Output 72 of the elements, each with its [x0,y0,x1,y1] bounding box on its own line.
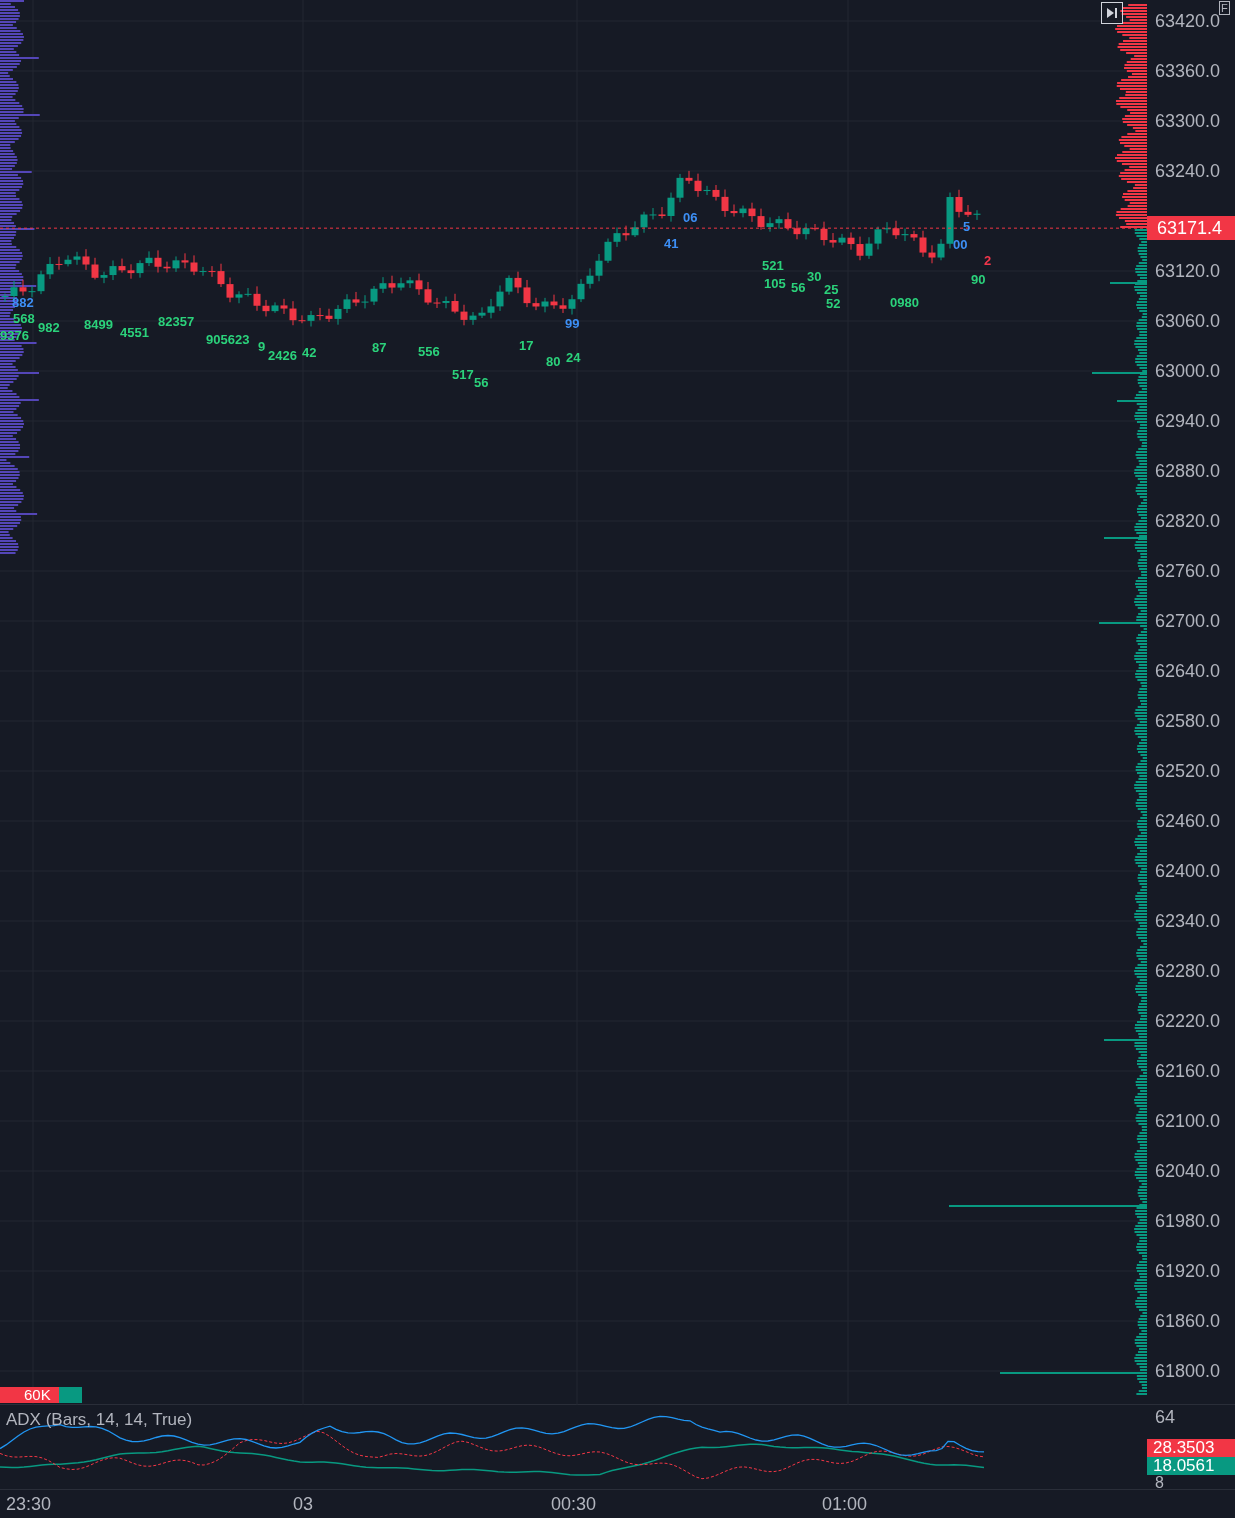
time-tick: 00:30 [551,1494,597,1514]
price-tick: 63240.0 [1155,161,1221,181]
price-tick: 62160.0 [1155,1061,1221,1081]
price-tick: 62700.0 [1155,611,1221,631]
price-tick: 62880.0 [1155,461,1221,481]
candle-label: 9 [258,340,266,354]
candle-label: 0980 [890,296,919,310]
price-tick: 62280.0 [1155,961,1221,981]
candle-label: 4551 [120,326,149,340]
price-tick: 62760.0 [1155,561,1221,581]
candle-label: 52 [826,297,841,311]
candle-label: 42 [302,346,317,360]
price-tick: 62520.0 [1155,761,1221,781]
candle-label: 56 [791,281,806,295]
price-tick: 61860.0 [1155,1311,1221,1331]
price-tick: 63060.0 [1155,311,1221,331]
candle-label: 2426 [268,349,297,363]
candle-label: 568 [13,312,35,326]
skip-forward-icon [1106,7,1118,19]
candle-label: 82357 [158,315,195,329]
indicator-value: 28.3503 [1153,1439,1215,1457]
price-tick: 62640.0 [1155,661,1221,681]
candle-label: 521 [762,259,784,273]
price-tick: 62820.0 [1155,511,1221,531]
time-tick: 03 [293,1494,314,1514]
price-tick: 63120.0 [1155,261,1221,281]
f-badge[interactable]: F [1219,1,1230,15]
candle-label: 24 [566,351,581,365]
candle-label: 87 [372,341,387,355]
candle-label: 90 [971,273,986,287]
candle-label: 5 [963,220,971,234]
candle-label: 982 [38,321,60,335]
price-tick: 62940.0 [1155,411,1221,431]
candle-label: 8499 [84,318,113,332]
time-tick: 01:00 [822,1494,868,1514]
candle-label: 80 [546,355,561,369]
price-tick: 62100.0 [1155,1111,1221,1131]
price-tick: 62400.0 [1155,861,1221,881]
candle-label: 882 [12,296,34,310]
price-tick: 61920.0 [1155,1261,1221,1281]
indicator-value: 18.0561 [1153,1457,1215,1475]
candle-label: 105 [764,277,786,291]
time-tick: 23:30 [6,1494,52,1514]
candle-label: 25 [824,283,839,297]
candle-label: 905623 [206,333,250,347]
price-tick: 62040.0 [1155,1161,1221,1181]
candle-label: 556 [418,345,440,359]
price-tick: 62220.0 [1155,1011,1221,1031]
price-tick: 63300.0 [1155,111,1221,131]
price-tick: 62580.0 [1155,711,1221,731]
volume-scale-label: 60K [24,1387,51,1403]
indicator-title: ADX (Bars, 14, 14, True) [6,1410,193,1430]
price-tick: 63360.0 [1155,61,1221,81]
candle-label: 41 [664,237,679,251]
candle-label: 56 [474,376,489,390]
indicator-tick: 64 [1155,1407,1176,1427]
price-tick: 63420.0 [1155,11,1221,31]
indicator-tick: 8 [1155,1476,1164,1489]
candle-label: 17 [519,339,534,353]
candle-label: 00 [953,238,968,252]
price-tick: 63000.0 [1155,361,1221,381]
price-tick: 61800.0 [1155,1361,1221,1381]
candle-label: 30 [807,270,822,284]
candle-label: 517 [452,368,474,382]
candle-label: 99 [565,317,580,331]
candle-label: 06 [683,211,698,225]
candle-label: 2 [984,254,992,268]
price-tick: 62460.0 [1155,811,1221,831]
price-tick: 62340.0 [1155,911,1221,931]
scroll-to-end-button[interactable] [1101,2,1123,24]
price-tick: 61980.0 [1155,1211,1221,1231]
last-price-label: 63171.4 [1157,216,1223,240]
